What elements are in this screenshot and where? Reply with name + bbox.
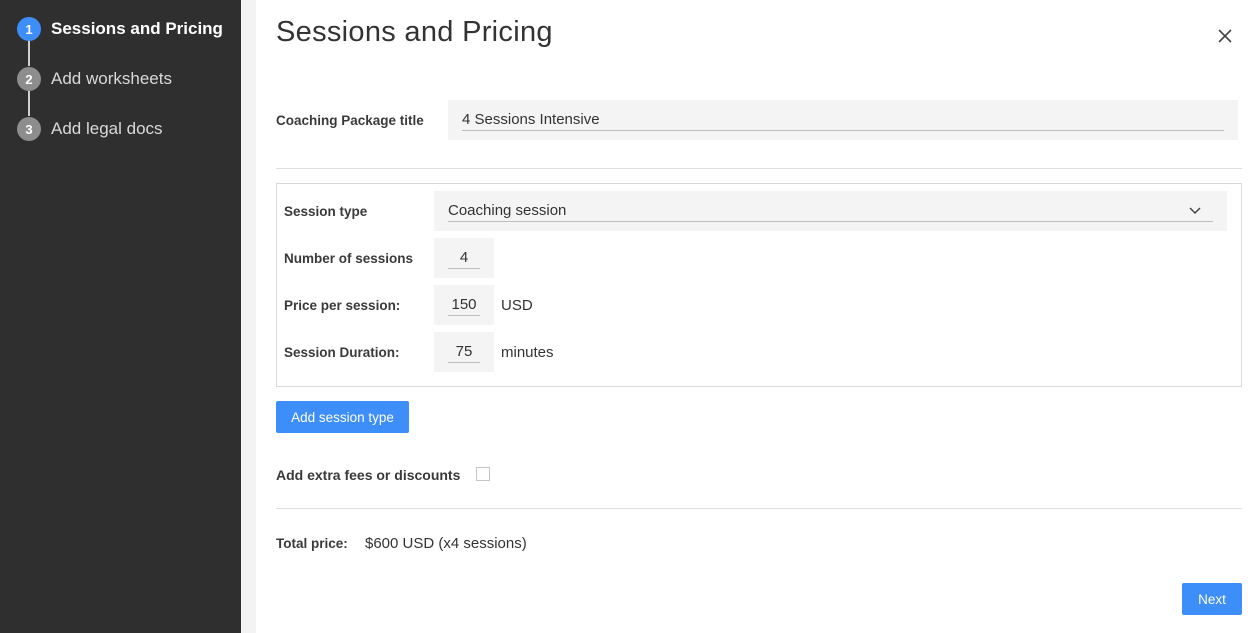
add-session-type-button[interactable]: Add session type (276, 401, 409, 433)
session-duration-input[interactable]: 75 (434, 332, 494, 372)
price-per-session-value: 150 (451, 296, 477, 313)
session-count-label: Number of sessions (284, 251, 414, 266)
step-label: Sessions and Pricing (51, 19, 223, 38)
session-duration-label: Session Duration: (284, 345, 400, 360)
step-number: 1 (17, 17, 41, 41)
input-underline (448, 315, 480, 316)
input-underline (462, 130, 1224, 131)
step-label: Add legal docs (51, 119, 163, 138)
input-underline (448, 221, 1213, 222)
step-add-worksheets[interactable]: 2 Add worksheets (17, 67, 172, 91)
package-title-value: 4 Sessions Intensive (462, 111, 600, 128)
duration-unit: minutes (501, 344, 554, 361)
price-unit: USD (501, 297, 533, 314)
chevron-down-icon (1189, 207, 1201, 215)
step-add-legal-docs[interactable]: 3 Add legal docs (17, 117, 163, 141)
package-title-input[interactable]: 4 Sessions Intensive (448, 100, 1238, 140)
session-type-select[interactable]: Coaching session (434, 191, 1227, 231)
session-count-value: 4 (459, 249, 469, 266)
extra-fees-checkbox[interactable] (476, 467, 490, 481)
wizard-sidebar: 1 Sessions and Pricing 2 Add worksheets … (0, 0, 241, 633)
step-connector (28, 90, 30, 116)
price-per-session-label: Price per session: (284, 298, 401, 313)
session-duration-value: 75 (455, 343, 473, 360)
close-icon[interactable] (1213, 24, 1237, 48)
total-price-label: Total price: (276, 536, 348, 551)
price-per-session-input[interactable]: 150 (434, 285, 494, 325)
session-count-input[interactable]: 4 (434, 238, 494, 278)
step-label: Add worksheets (51, 69, 172, 88)
package-title-label: Coaching Package title (276, 113, 424, 128)
step-number: 3 (17, 117, 41, 141)
next-button[interactable]: Next (1182, 583, 1242, 615)
input-underline (448, 268, 480, 269)
session-type-value: Coaching session (448, 202, 567, 219)
step-sessions-and-pricing[interactable]: 1 Sessions and Pricing (17, 17, 223, 41)
session-type-label: Session type (284, 204, 368, 219)
step-number: 2 (17, 67, 41, 91)
section-divider (276, 508, 1242, 509)
extra-fees-label: Add extra fees or discounts (276, 467, 461, 483)
total-price-value: $600 USD (x4 sessions) (365, 535, 527, 552)
step-connector (28, 40, 30, 66)
section-divider (276, 168, 1242, 169)
page-title: Sessions and Pricing (276, 16, 553, 48)
sidebar-divider (241, 0, 256, 633)
input-underline (448, 362, 480, 363)
